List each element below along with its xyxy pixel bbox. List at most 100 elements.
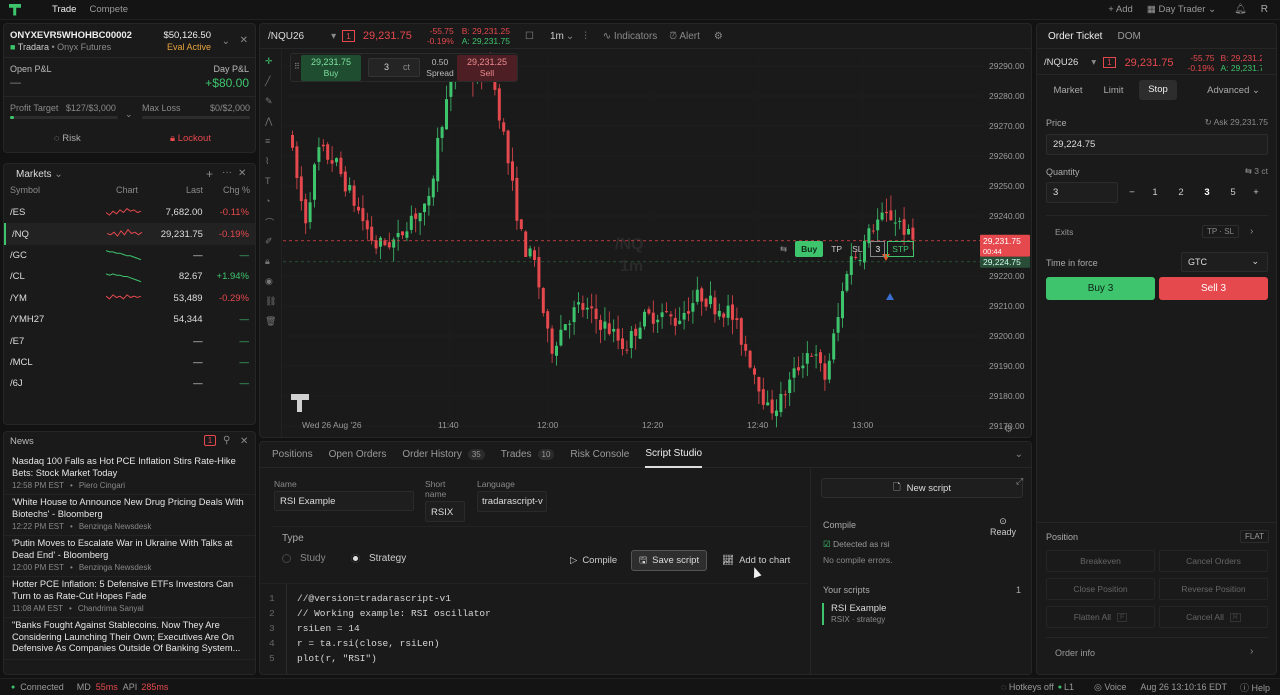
code-editor[interactable]: 1 //@version=tradarascript-v1 2 // Working … bbox=[260, 583, 808, 674]
ticket-symbol[interactable]: /NQU26 bbox=[1044, 57, 1078, 68]
news-badge[interactable]: 1 bbox=[204, 435, 216, 446]
strategy-radio[interactable]: Strategy bbox=[351, 553, 406, 564]
crosshair-icon[interactable]: ✛ bbox=[265, 56, 273, 67]
chevron-right-icon[interactable]: › bbox=[1250, 226, 1253, 237]
qty-option-3[interactable]: 3 bbox=[1194, 187, 1220, 198]
settings-icon[interactable]: ⚙ bbox=[714, 31, 723, 42]
compile-button[interactable]: ▷ Compile bbox=[562, 550, 625, 570]
brush-tool-icon[interactable]: ⌇ bbox=[265, 156, 269, 167]
market-row[interactable]: /GC — — bbox=[4, 245, 255, 266]
chart-order-sl[interactable]: SL bbox=[852, 244, 862, 254]
quick-buy-button[interactable]: 29,231.75 Buy bbox=[301, 55, 361, 81]
news-item[interactable]: 'Putin Moves to Escalate War in Ukraine … bbox=[4, 536, 255, 577]
brush-icon[interactable]: ✎ bbox=[265, 96, 273, 107]
language-select[interactable]: tradarascript-v bbox=[477, 491, 547, 512]
bottom-tab[interactable]: Script Studio bbox=[645, 442, 703, 468]
chart-order-tp[interactable]: TP bbox=[831, 244, 842, 254]
indicators-button[interactable]: ∿ Indicators bbox=[603, 31, 658, 42]
market-row[interactable]: /6J — — bbox=[4, 373, 255, 394]
more-icon[interactable]: ··· bbox=[222, 167, 232, 178]
shapes-icon[interactable]: ◔ bbox=[265, 196, 270, 206]
link-icon[interactable]: ⛓︎ bbox=[265, 296, 276, 307]
eye-icon[interactable]: ◉ bbox=[265, 276, 273, 287]
risk-button[interactable]: ◌ Risk bbox=[54, 133, 81, 144]
mode-select[interactable]: ▦ Day Trader ⌄ bbox=[1147, 4, 1216, 15]
voice-toggle[interactable]: ◎ Voice bbox=[1094, 682, 1126, 693]
lock-icon[interactable]: 🔒︎ bbox=[265, 256, 270, 267]
swap-icon[interactable]: ⇆ bbox=[780, 244, 787, 255]
chart-order-stp[interactable]: STP bbox=[887, 241, 914, 257]
quick-qty-input[interactable]: 3 ct bbox=[368, 58, 420, 77]
trash-icon[interactable]: 🗑︎ bbox=[265, 316, 276, 327]
qty-option-1[interactable]: 1 bbox=[1142, 187, 1168, 198]
alert-button[interactable]: ⏰︎ Alert bbox=[669, 31, 700, 42]
help-button[interactable]: ⓘ Help bbox=[1240, 681, 1270, 694]
quantity-input[interactable]: 3 bbox=[1046, 182, 1118, 203]
chevron-right-icon[interactable]: › bbox=[1250, 646, 1253, 657]
tab-compete[interactable]: Compete bbox=[89, 4, 128, 15]
qty-option-5[interactable]: 5 bbox=[1220, 187, 1246, 198]
position-action-button[interactable]: Flatten All F bbox=[1046, 606, 1155, 628]
sell-button[interactable]: Sell 3 bbox=[1159, 277, 1268, 300]
study-radio[interactable]: Study bbox=[282, 553, 326, 564]
position-action-button[interactable]: Cancel Orders bbox=[1159, 550, 1268, 572]
price-chart[interactable]: 29290.00 29280.00 29270.00 29260.00 29250.00… bbox=[283, 50, 1032, 438]
position-action-button[interactable]: Breakeven bbox=[1046, 550, 1155, 572]
lockout-button[interactable]: 🔒︎ Lockout bbox=[170, 133, 211, 144]
news-item[interactable]: 'White House to Announce New Drug Pricin… bbox=[4, 495, 255, 536]
order-type-stop[interactable]: Stop bbox=[1139, 80, 1177, 100]
news-item[interactable]: "Banks Fought Against Stablecoins. Now T… bbox=[4, 618, 255, 660]
chevron-down-icon[interactable]: ⌄ bbox=[222, 36, 230, 47]
bell-icon[interactable]: 🔔︎ bbox=[1234, 4, 1247, 15]
text-icon[interactable]: T bbox=[265, 176, 271, 186]
trendline-icon[interactable]: ╱ bbox=[265, 76, 270, 87]
news-item[interactable]: Nasdaq 100 Falls as Hot PCE Inflation St… bbox=[4, 454, 255, 495]
order-type-limit[interactable]: Limit bbox=[1090, 85, 1137, 96]
bottom-tab[interactable]: Risk Console bbox=[570, 442, 629, 468]
tif-select[interactable]: GTC ⌄ bbox=[1181, 252, 1268, 272]
qty-option-2[interactable]: 2 bbox=[1168, 187, 1194, 198]
tab-dom[interactable]: DOM bbox=[1117, 31, 1140, 42]
bottom-tab[interactable]: Trades 10 bbox=[501, 442, 555, 468]
save-script-button[interactable]: 🖫︎ Save script bbox=[631, 550, 708, 571]
news-item[interactable]: Hotter PCE Inflation: 5 Defensive ETFs I… bbox=[4, 577, 255, 618]
position-action-button[interactable]: Close Position bbox=[1046, 578, 1155, 600]
chevron-down-icon[interactable]: ⌄ bbox=[125, 109, 133, 120]
market-row[interactable]: /NQ 29,231.75 -0.19% bbox=[4, 223, 255, 245]
add-button[interactable]: + Add bbox=[1108, 4, 1133, 15]
name-input[interactable]: RSI Example bbox=[274, 491, 414, 511]
new-script-button[interactable]: 🗋︎ New script bbox=[821, 478, 1023, 498]
bottom-tab[interactable]: Positions bbox=[272, 442, 313, 468]
magnet-icon[interactable]: ⌒ bbox=[265, 216, 274, 229]
market-row[interactable]: /MCL — — bbox=[4, 352, 255, 373]
drag-handle[interactable]: ⠿ bbox=[294, 62, 300, 71]
order-info-label[interactable]: Order info bbox=[1055, 648, 1095, 658]
bottom-tab[interactable]: Open Orders bbox=[329, 442, 387, 468]
fib-icon[interactable]: ≡ bbox=[265, 136, 270, 146]
advanced-select[interactable]: Advanced ⌄ bbox=[1207, 85, 1260, 96]
close-icon[interactable]: ✕ bbox=[240, 436, 248, 447]
tab-trade[interactable]: Trade bbox=[52, 4, 76, 15]
markets-title[interactable]: Markets ⌄ bbox=[16, 169, 63, 180]
close-icon[interactable]: ✕ bbox=[238, 168, 246, 179]
market-row[interactable]: /YM 53,489 -0.29% bbox=[4, 288, 255, 309]
market-row[interactable]: /E7 — — bbox=[4, 330, 255, 351]
quick-sell-button[interactable]: 29,231.25 Sell bbox=[457, 55, 517, 81]
market-row[interactable]: /YMH27 54,344 — bbox=[4, 309, 255, 330]
search-icon[interactable]: ⚲ bbox=[223, 435, 230, 446]
expand-icon[interactable]: ⤢ bbox=[1016, 476, 1023, 487]
add-icon[interactable]: + bbox=[206, 167, 213, 181]
price-input[interactable]: 29,224.75 bbox=[1046, 134, 1268, 155]
ask-hint[interactable]: ↻ Ask 29,231.75 bbox=[1205, 117, 1268, 128]
account-id[interactable]: ONYXEVR5WHOHBC00002 bbox=[10, 30, 132, 41]
tab-order-ticket[interactable]: Order Ticket bbox=[1048, 31, 1102, 42]
candles-icon[interactable]: ⫶ bbox=[584, 31, 587, 42]
pattern-icon[interactable]: ⋀ bbox=[265, 116, 272, 127]
chevron-down-icon[interactable]: ⌄ bbox=[1015, 449, 1023, 460]
script-item[interactable]: RSI Example RSIX · strategy bbox=[822, 603, 886, 625]
minus-icon[interactable]: − bbox=[1122, 187, 1142, 198]
ticket-qty-badge[interactable]: 1 bbox=[1103, 57, 1116, 68]
market-row[interactable]: /ES 7,682.00 -0.11% bbox=[4, 202, 255, 223]
chevron-down-icon[interactable]: ▾ bbox=[331, 31, 336, 42]
buy-button[interactable]: Buy 3 bbox=[1046, 277, 1155, 300]
